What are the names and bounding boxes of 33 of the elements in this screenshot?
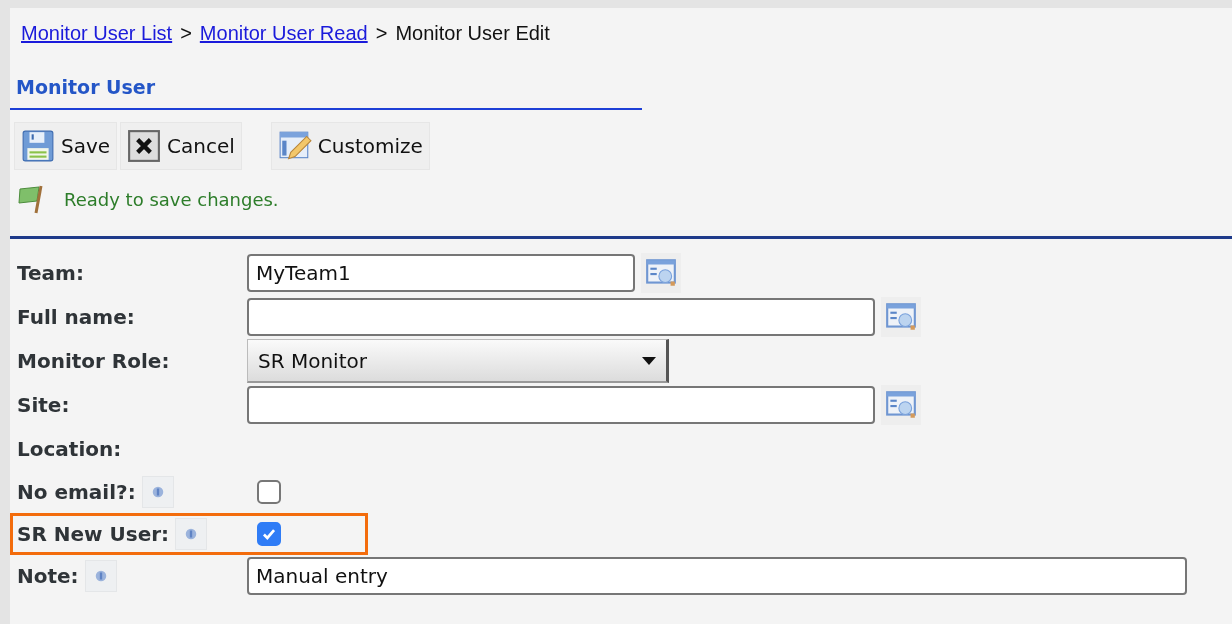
checkbox[interactable] (257, 480, 281, 504)
field-label: Site: (17, 393, 70, 417)
lookup-icon[interactable] (881, 385, 921, 425)
field-label: Note: (17, 564, 79, 588)
caret-icon (642, 356, 656, 365)
field-label: Full name: (17, 305, 135, 329)
field-label: Location: (17, 437, 122, 461)
text-field[interactable]: Manual entry (247, 557, 1187, 595)
text-field[interactable]: MyTeam1 (247, 254, 635, 292)
breadcrumb-link[interactable]: Monitor User Read (199, 21, 368, 45)
lookup-icon[interactable] (881, 297, 921, 337)
breadcrumb-link[interactable]: Monitor User List (21, 21, 173, 45)
field-label: SR New User: (17, 522, 170, 546)
toolbar-button[interactable]: Save (14, 122, 118, 170)
field-label: Team: (17, 261, 84, 285)
section-title: Monitor User (16, 76, 157, 98)
help-icon[interactable] (141, 476, 174, 508)
toolbar-button[interactable]: Cancel (120, 122, 242, 170)
lookup-icon[interactable] (641, 253, 681, 293)
field-label: Monitor Role: (17, 349, 170, 373)
text-field[interactable] (247, 386, 875, 424)
status-message: Ready to save changes. (64, 188, 279, 210)
help-icon[interactable] (175, 518, 208, 550)
breadcrumb-text: > (180, 21, 192, 45)
toolbar-button[interactable]: Customize (270, 122, 430, 170)
breadcrumb-text: Monitor User Edit (395, 21, 550, 45)
dropdown[interactable]: SR Monitor (247, 339, 669, 383)
text-field[interactable] (247, 298, 875, 336)
help-icon[interactable] (84, 560, 117, 592)
checkbox[interactable] (257, 522, 281, 546)
field-label: No email?: (17, 480, 136, 504)
close-icon (127, 129, 162, 163)
breadcrumb-text: > (375, 21, 388, 45)
